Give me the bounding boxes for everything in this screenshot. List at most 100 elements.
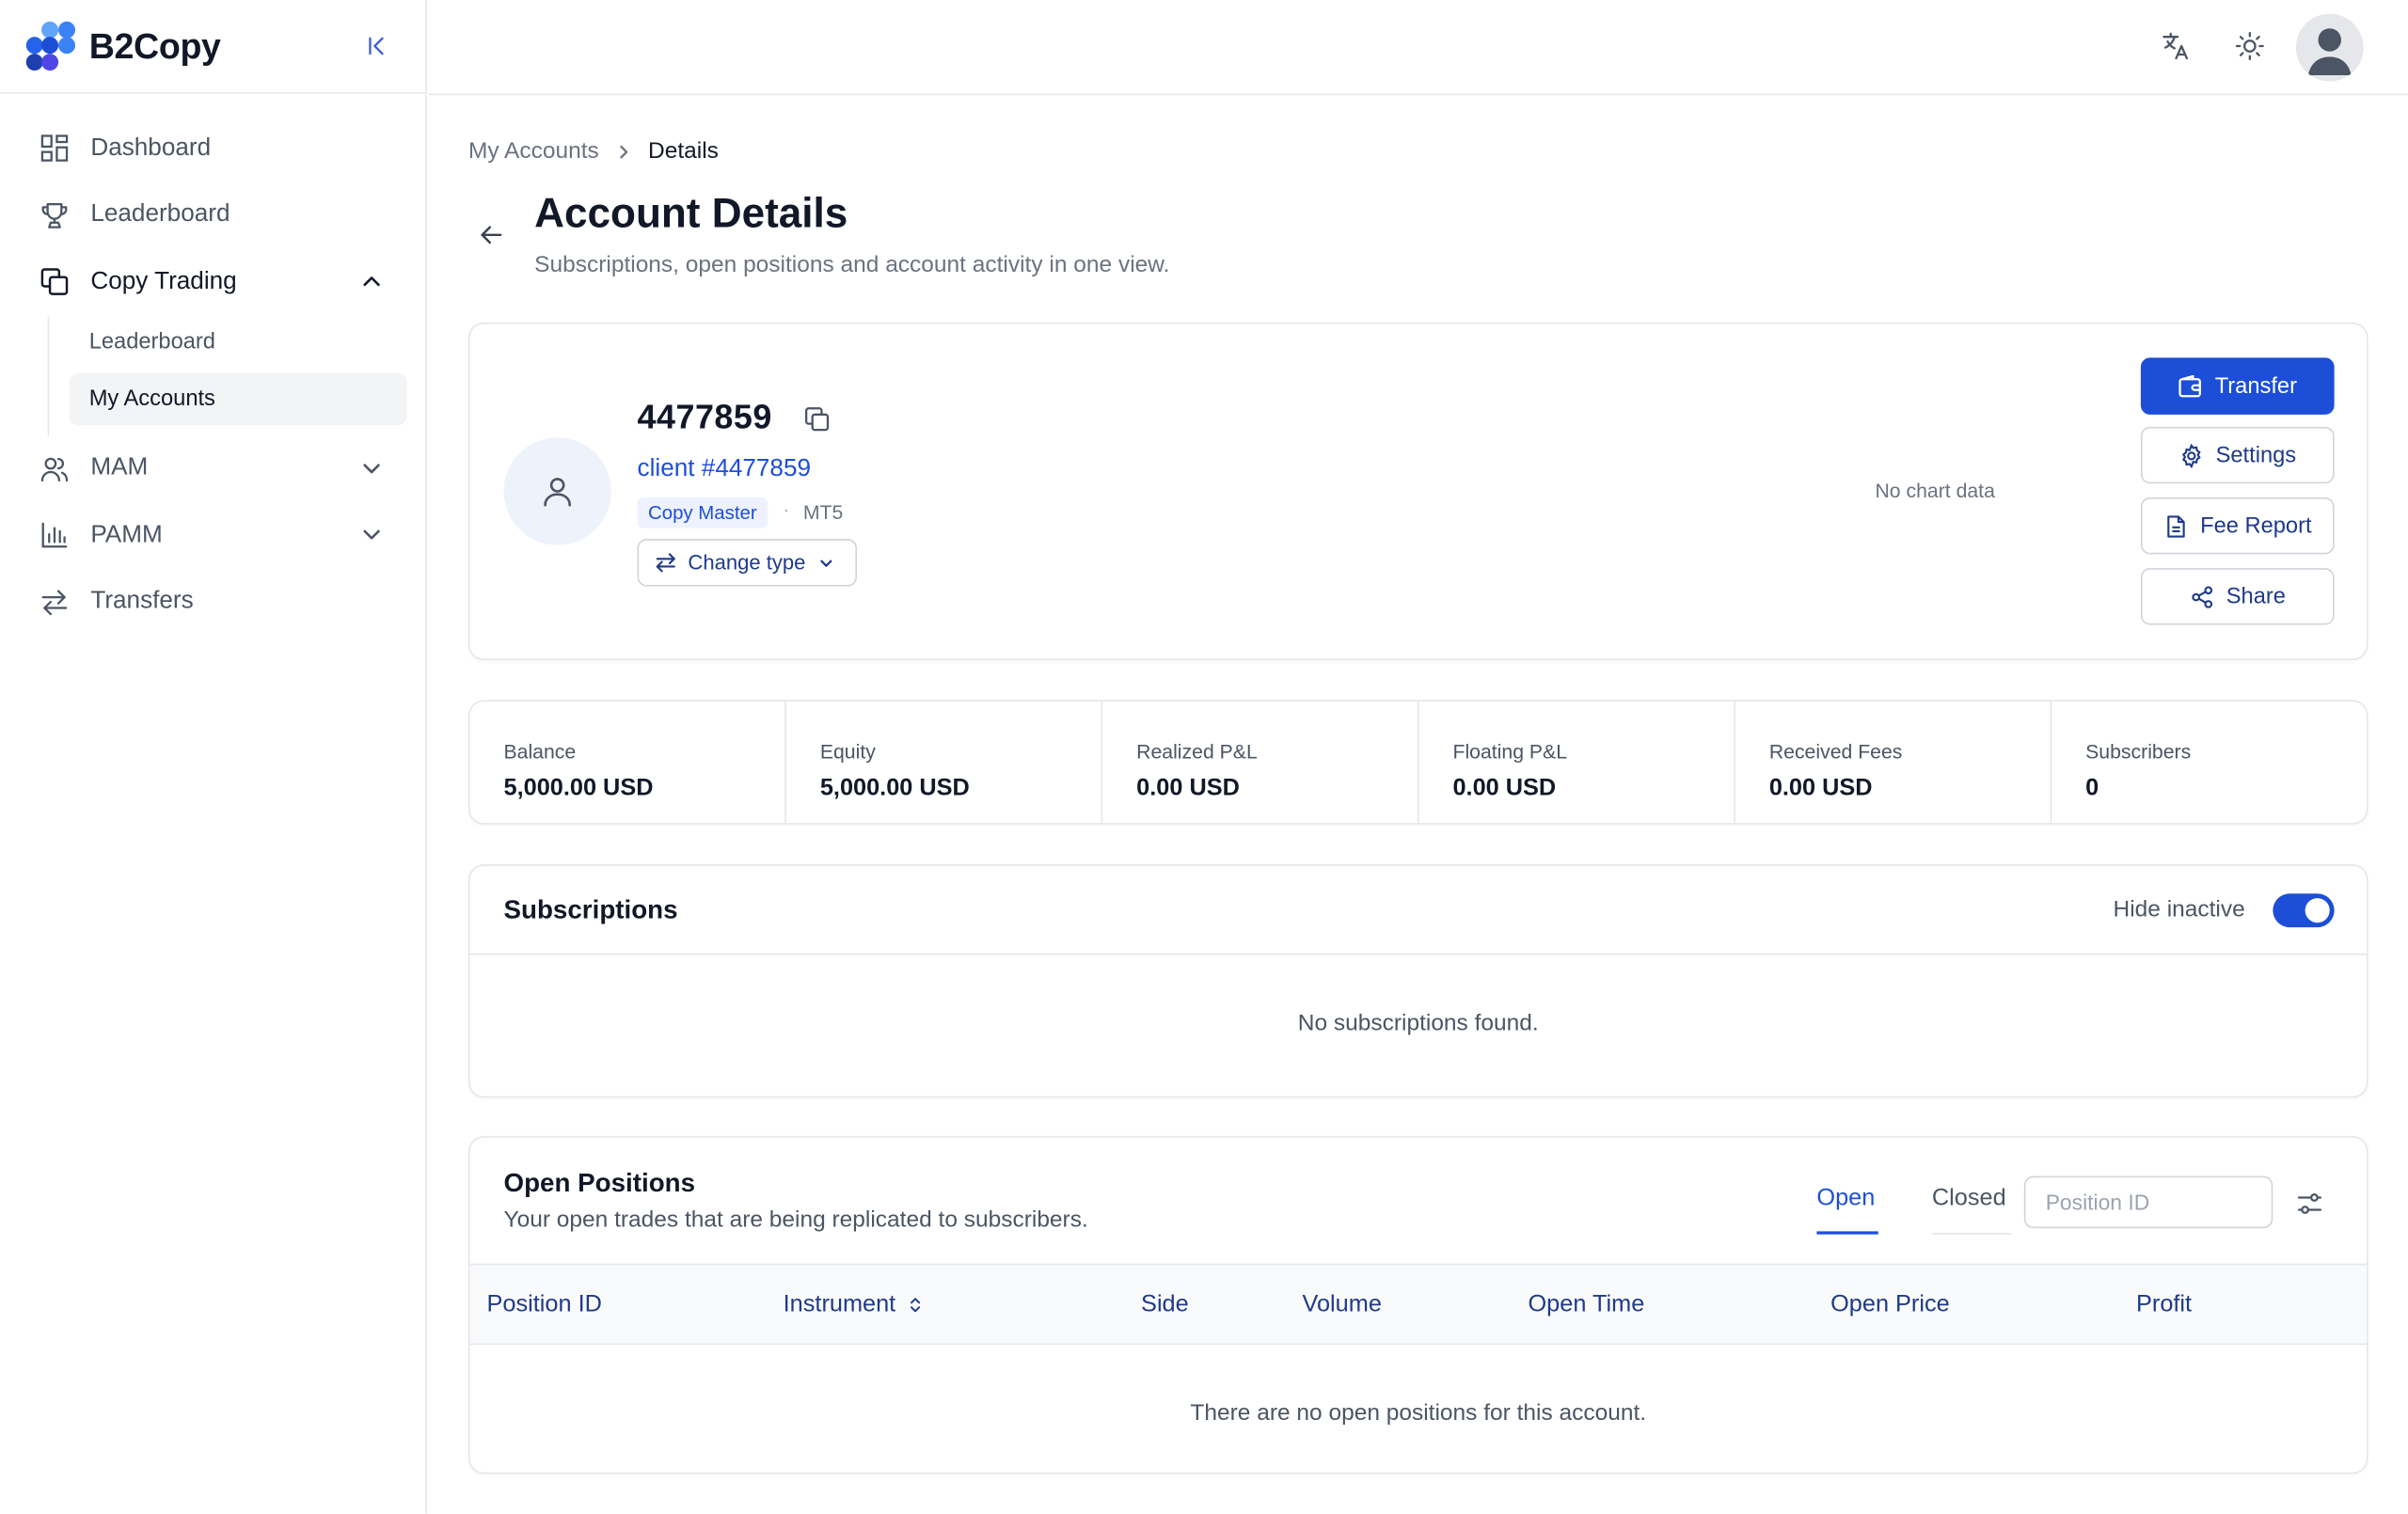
stat-label: Equity <box>819 739 876 764</box>
account-avatar <box>503 437 611 545</box>
fee-report-button[interactable]: Fee Report <box>2140 497 2335 555</box>
stat-label: Subscribers <box>2085 739 2192 764</box>
toggle-knob <box>2305 898 2330 923</box>
subscriptions-title: Subscriptions <box>503 894 678 924</box>
stat-equity: Equity 5,000.00 USD <box>786 702 1103 824</box>
sidebar-item-label: MAM <box>90 454 149 481</box>
chart-empty-text: No chart data <box>1875 479 1995 502</box>
subscriptions-header: Subscriptions Hide inactive <box>469 866 2367 955</box>
sidebar-item-label: Transfers <box>90 588 194 615</box>
change-type-label: Change type <box>688 551 806 575</box>
account-number: 4477859 <box>637 397 772 436</box>
column-volume[interactable]: Volume <box>1302 1291 1381 1318</box>
user-avatar[interactable] <box>2295 13 2364 82</box>
share-button[interactable]: Share <box>2140 568 2335 625</box>
stat-subscribers: Subscribers 0 <box>2052 702 2367 823</box>
column-position-id[interactable]: Position ID <box>487 1291 602 1318</box>
tab-closed[interactable]: Closed <box>1931 1185 2012 1235</box>
sidebar: B2Copy Dashboard Leaderboard Copy Tradin… <box>0 0 427 1514</box>
column-profit[interactable]: Profit <box>2136 1291 2192 1318</box>
users-icon <box>39 453 70 484</box>
sidebar-item-transfers[interactable]: Transfers <box>0 569 425 636</box>
share-icon <box>2191 585 2212 607</box>
share-label: Share <box>2226 584 2286 609</box>
breadcrumb: My Accounts Details <box>468 138 719 165</box>
sidebar-item-label: PAMM <box>90 521 163 548</box>
stat-value: 0 <box>2085 775 2099 802</box>
positions-title: Open Positions <box>503 1168 696 1198</box>
separator-dot: · <box>783 498 790 521</box>
dashboard-icon <box>39 134 70 165</box>
gear-icon <box>2181 443 2201 468</box>
topbar <box>428 0 2408 96</box>
sidebar-item-pamm[interactable]: PAMM <box>0 502 425 569</box>
hide-inactive-toggle[interactable] <box>2273 893 2335 928</box>
stat-value: 0.00 USD <box>1136 775 1240 802</box>
sidebar-item-mam[interactable]: MAM <box>0 435 425 502</box>
column-label: Instrument <box>783 1291 896 1317</box>
sidebar-nav: Dashboard Leaderboard Copy Trading Leade… <box>0 94 425 636</box>
column-side[interactable]: Side <box>1141 1291 1189 1318</box>
sidebar-item-label: Leaderboard <box>90 201 230 229</box>
copy-trading-subnav: Leaderboard My Accounts <box>47 315 426 435</box>
stat-label: Floating P&L <box>1452 739 1568 764</box>
brand-logo <box>25 21 75 71</box>
transfer-label: Transfer <box>2214 373 2297 399</box>
bar-chart-icon <box>39 520 70 551</box>
stat-label: Received Fees <box>1768 739 1903 764</box>
sidebar-item-copy-trading[interactable]: Copy Trading <box>0 248 425 315</box>
stat-label: Balance <box>503 739 577 764</box>
filter-settings-icon[interactable] <box>2296 1190 2323 1217</box>
sun-icon[interactable] <box>2235 31 2266 62</box>
trophy-icon <box>39 200 70 231</box>
settings-label: Settings <box>2215 443 2297 468</box>
document-icon <box>2166 514 2185 537</box>
chevron-right-icon <box>620 144 628 158</box>
hide-inactive-label: Hide inactive <box>2113 896 2245 923</box>
page-title: Account Details <box>534 190 848 237</box>
transfer-button[interactable]: Transfer <box>2140 357 2335 415</box>
sort-icon <box>911 1298 921 1313</box>
copy-icon[interactable] <box>803 405 831 433</box>
copy-trading-icon <box>39 267 70 298</box>
chevron-down-icon <box>363 463 380 473</box>
stat-value: 0.00 USD <box>1768 775 1873 802</box>
sidebar-subitem-my-accounts[interactable]: My Accounts <box>69 371 407 425</box>
sidebar-item-leaderboard[interactable]: Leaderboard <box>0 181 425 248</box>
open-positions-card: Open Positions Your open trades that are… <box>467 1136 2368 1475</box>
stats-card: Balance 5,000.00 USD Equity 5,000.00 USD… <box>467 700 2368 825</box>
change-type-button[interactable]: Change type <box>637 539 858 587</box>
back-arrow-icon[interactable] <box>478 221 505 248</box>
stat-received-fees: Received Fees 0.00 USD <box>1735 702 2052 824</box>
positions-table-header: Position ID Instrument Side Volume Open … <box>469 1263 2367 1346</box>
column-open-price[interactable]: Open Price <box>1830 1291 1950 1318</box>
column-open-time[interactable]: Open Time <box>1528 1291 1644 1318</box>
tab-open[interactable]: Open <box>1816 1185 1878 1235</box>
settings-button[interactable]: Settings <box>2140 426 2335 484</box>
column-instrument[interactable]: Instrument <box>784 1291 924 1318</box>
swap-icon <box>656 553 675 573</box>
position-id-input[interactable] <box>2023 1175 2273 1229</box>
breadcrumb-current: Details <box>648 137 719 165</box>
subscriptions-empty-text: No subscriptions found. <box>1297 1010 1539 1037</box>
wallet-icon <box>2178 374 2202 397</box>
fee-report-label: Fee Report <box>2200 513 2312 539</box>
stat-value: 5,000.00 USD <box>819 775 970 802</box>
stat-value: 0.00 USD <box>1452 775 1557 802</box>
sidebar-subitem-leaderboard[interactable]: Leaderboard <box>69 316 406 369</box>
account-client-link[interactable]: client #4477859 <box>638 456 811 483</box>
collapse-sidebar-icon[interactable] <box>362 32 389 59</box>
stat-value: 5,000.00 USD <box>503 775 654 802</box>
breadcrumb-parent[interactable]: My Accounts <box>468 138 599 165</box>
translate-icon[interactable] <box>2161 31 2192 62</box>
subscriptions-card: Subscriptions Hide inactive No subscript… <box>467 864 2368 1098</box>
positions-subtitle: Your open trades that are being replicat… <box>503 1206 1088 1234</box>
user-icon <box>544 478 572 507</box>
chevron-down-icon <box>819 559 832 566</box>
sidebar-item-dashboard[interactable]: Dashboard <box>0 115 425 181</box>
stat-label: Realized P&L <box>1136 739 1258 764</box>
stat-balance: Balance 5,000.00 USD <box>470 702 786 824</box>
account-platform: MT5 <box>802 500 844 524</box>
brand: B2Copy <box>0 0 426 94</box>
transfer-arrows-icon <box>39 587 70 618</box>
